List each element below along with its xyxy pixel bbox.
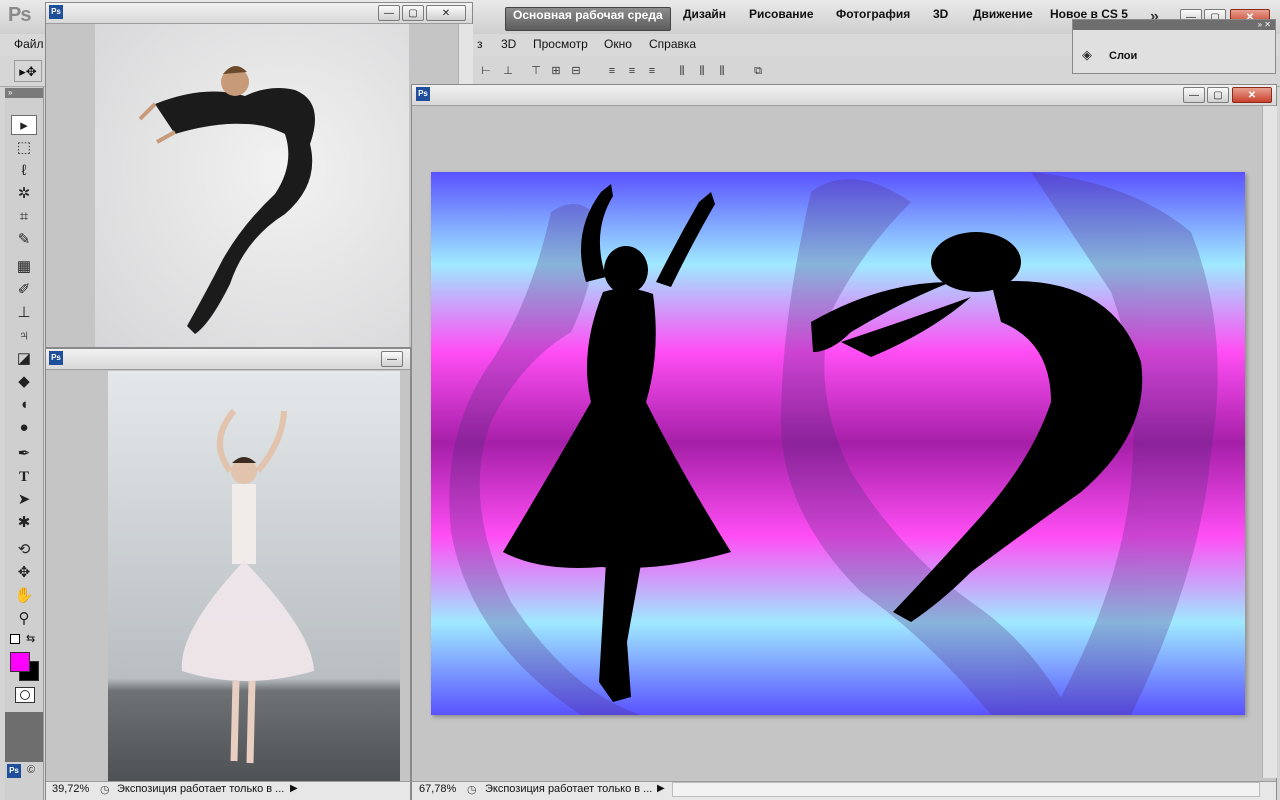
- foreground-color-swatch[interactable]: [10, 652, 30, 672]
- quick-mask-icon[interactable]: [15, 687, 35, 703]
- paint-bucket-tool-icon[interactable]: ◆: [11, 372, 37, 392]
- distribute-top-icon[interactable]: ≡: [604, 64, 620, 78]
- tools-panel-footer: [5, 712, 43, 762]
- doc1-maximize-button[interactable]: ▢: [402, 5, 424, 21]
- doc1-close-button[interactable]: ✕: [426, 5, 466, 21]
- workspace-design-button[interactable]: Дизайн: [676, 7, 733, 29]
- brush-tool-icon[interactable]: ✐: [11, 280, 37, 300]
- hand-tool-icon[interactable]: ✋: [11, 586, 37, 606]
- copyright-mark: ©: [27, 764, 36, 776]
- doc3-status-menu-icon[interactable]: ◷: [467, 783, 477, 796]
- menu-help[interactable]: Справка: [649, 37, 696, 51]
- tools-panel-collapse-icon[interactable]: »: [5, 88, 43, 98]
- photoshop-logo: Ps: [8, 4, 31, 26]
- spot-healing-tool-icon[interactable]: ▦: [11, 257, 37, 277]
- clone-stamp-tool-icon[interactable]: ⊥: [11, 303, 37, 323]
- history-brush-tool-icon[interactable]: ♃: [11, 326, 37, 346]
- doc1-minimize-button[interactable]: —: [378, 5, 400, 21]
- doc2-status-menu-icon[interactable]: ◷: [100, 783, 110, 796]
- move-tool-preset-icon[interactable]: ▸✥: [14, 60, 42, 82]
- doc3-minimize-button[interactable]: —: [1183, 87, 1205, 103]
- distribute-left-icon[interactable]: ⫼: [674, 64, 690, 78]
- document-title-bar[interactable]: [412, 85, 1276, 106]
- doc3-horizontal-scrollbar[interactable]: [672, 782, 1260, 797]
- 3d-orbit-tool-icon[interactable]: ✥: [11, 563, 37, 583]
- align-left-edges-icon[interactable]: ⊢: [478, 64, 494, 78]
- layers-icon[interactable]: ◈: [1082, 48, 1100, 62]
- crop-tool-icon[interactable]: ⌗: [11, 207, 37, 227]
- document-ps-icon: Ps: [416, 87, 430, 101]
- 3d-rotate-tool-icon[interactable]: ⟲: [11, 540, 37, 560]
- eyedropper-tool-icon[interactable]: ✎: [11, 230, 37, 250]
- align-vertical-centers-icon[interactable]: ⊞: [548, 64, 564, 78]
- lasso-tool-icon[interactable]: ℓ: [11, 161, 37, 181]
- doc3-status-text: Экспозиция работает только в ...: [485, 783, 653, 795]
- doc2-status-arrow-icon[interactable]: ▶: [290, 783, 298, 794]
- doc2-minimize-button[interactable]: —: [381, 351, 403, 367]
- document-ps-icon: Ps: [49, 351, 63, 365]
- layers-panel-label[interactable]: Слои: [1109, 50, 1137, 62]
- doc2-zoom-level[interactable]: 39,72%: [52, 783, 89, 795]
- move-tool-icon[interactable]: ▸: [11, 115, 37, 135]
- distribute-bottom-icon[interactable]: ≡: [644, 64, 660, 78]
- menu-partial-item[interactable]: з: [477, 37, 483, 51]
- quick-selection-tool-icon[interactable]: ✲: [11, 184, 37, 204]
- blur-tool-icon[interactable]: ◖: [11, 395, 37, 415]
- path-selection-tool-icon[interactable]: ➤: [11, 490, 37, 510]
- align-horizontal-centers-icon[interactable]: ⊟: [568, 64, 584, 78]
- zoom-tool-icon[interactable]: ⚲: [11, 609, 37, 629]
- ps-taskbar-icon[interactable]: Ps: [7, 764, 21, 778]
- default-colors-icon[interactable]: [10, 634, 20, 644]
- type-tool-icon[interactable]: T: [11, 467, 37, 487]
- ballerina-photo: [108, 371, 400, 781]
- distribute-centers-icon[interactable]: ≡: [624, 64, 640, 78]
- menu-window[interactable]: Окно: [604, 37, 632, 51]
- workspace-photography-button[interactable]: Фотография: [829, 7, 917, 29]
- doc3-zoom-level[interactable]: 67,78%: [419, 783, 456, 795]
- menu-file[interactable]: Файл: [14, 37, 44, 51]
- workspace-3d-button[interactable]: 3D: [926, 7, 955, 29]
- dodge-tool-icon[interactable]: ●: [11, 418, 37, 438]
- workspace-essentials-button[interactable]: Основная рабочая среда: [505, 7, 671, 31]
- align-bottom-edges-icon[interactable]: ⊥: [500, 64, 516, 78]
- doc3-close-button[interactable]: ✕: [1232, 87, 1272, 103]
- doc3-maximize-button[interactable]: ▢: [1207, 87, 1229, 103]
- dancer-silhouettes: [449, 172, 1218, 716]
- doc2-status-text: Экспозиция работает только в ...: [117, 783, 285, 795]
- document-ps-icon: Ps: [49, 5, 63, 19]
- workspace-motion-button[interactable]: Движение: [966, 7, 1040, 29]
- marquee-tool-icon[interactable]: ⬚: [11, 138, 37, 158]
- composite-canvas[interactable]: [431, 172, 1245, 716]
- document-title-bar[interactable]: [46, 349, 410, 370]
- ballerina-figure: [181, 409, 314, 764]
- align-top-edges-icon[interactable]: ⊤: [528, 64, 544, 78]
- doc3-vertical-scrollbar[interactable]: [1262, 106, 1277, 778]
- layers-panel-collapse-icon[interactable]: » ✕: [1073, 20, 1275, 30]
- jumping-dancer-figure: [138, 65, 315, 334]
- auto-align-layers-icon[interactable]: ⧉: [750, 64, 766, 78]
- eraser-tool-icon[interactable]: ◪: [11, 349, 37, 369]
- doc3-status-arrow-icon[interactable]: ▶: [657, 783, 665, 794]
- swap-colors-icon[interactable]: ⇆: [26, 632, 35, 645]
- custom-shape-tool-icon[interactable]: ✱: [11, 513, 37, 533]
- distribute-hcenters-icon[interactable]: ⫼: [694, 64, 710, 78]
- distribute-right-icon[interactable]: ⫼: [714, 64, 730, 78]
- menu-view[interactable]: Просмотр: [533, 37, 588, 51]
- dancer-photo: [95, 24, 409, 347]
- workspace-painting-button[interactable]: Рисование: [742, 7, 821, 29]
- pen-tool-icon[interactable]: ✒: [11, 444, 37, 464]
- menu-3d[interactable]: 3D: [501, 37, 516, 51]
